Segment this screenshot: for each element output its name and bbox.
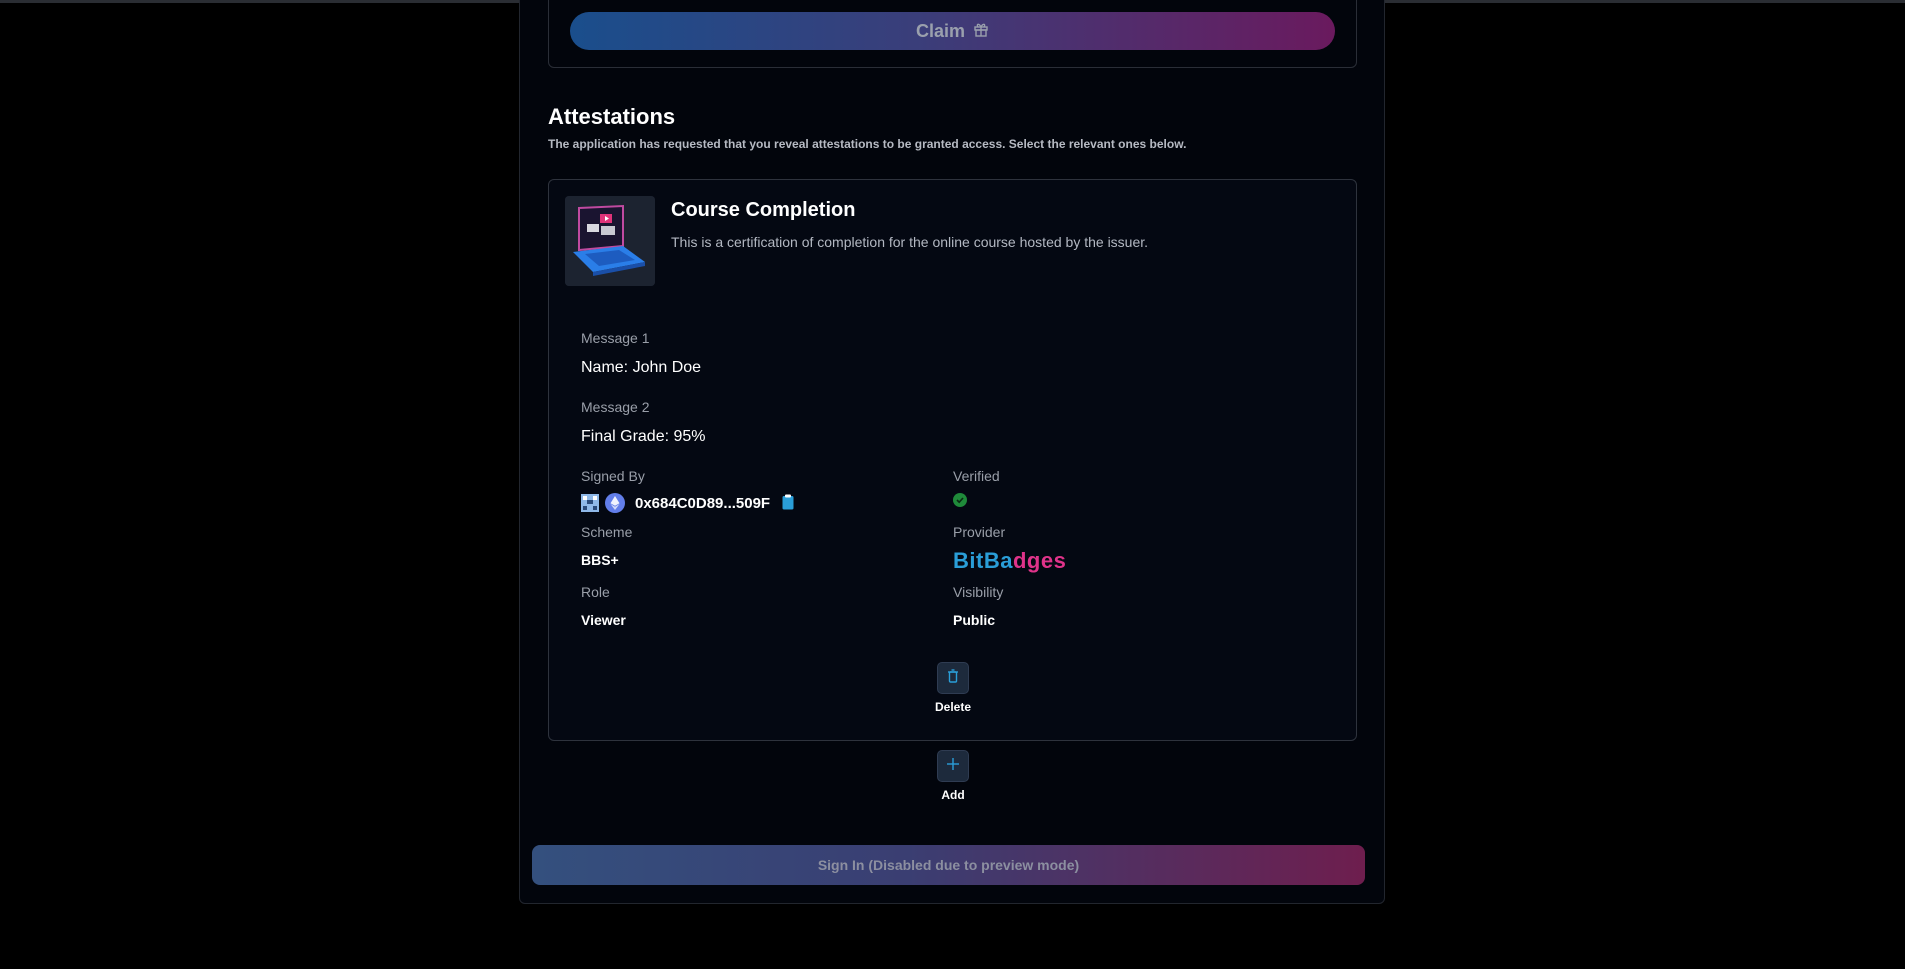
role-label: Role	[581, 584, 610, 600]
bitbadges-logo-part1: BitBa	[953, 548, 1013, 573]
signed-by-label: Signed By	[581, 468, 645, 484]
attestation-card[interactable]	[548, 179, 1357, 741]
attestations-description: The application has requested that you r…	[548, 137, 1187, 151]
bitbadges-logo: BitBadges	[953, 548, 1066, 574]
bitbadges-logo-part2: dges	[1012, 548, 1067, 573]
role-value: Viewer	[581, 612, 626, 628]
delete-label: Delete	[934, 700, 972, 714]
scheme-value: BBS+	[581, 552, 619, 568]
verified-check-icon	[953, 493, 967, 507]
add-button[interactable]	[937, 750, 969, 782]
signer-address-row: 0x684C0D89...509F	[581, 493, 798, 513]
message-2-label: Message 2	[581, 399, 650, 415]
message-2-value: Final Grade: 95%	[581, 428, 706, 445]
claim-button-label: Claim	[915, 20, 966, 41]
visibility-value: Public	[953, 612, 996, 628]
signer-address: 0x684C0D89...509F	[635, 494, 771, 512]
copy-clipboard-icon[interactable]	[782, 494, 798, 512]
trash-icon	[947, 668, 959, 688]
provider-label: Provider	[953, 524, 1006, 540]
visibility-label: Visibility	[953, 584, 1004, 600]
sign-in-button[interactable]: Sign In (Disabled due to preview mode)	[532, 845, 1365, 885]
sign-in-label: Sign In (Disabled due to preview mode)	[817, 857, 1080, 873]
gift-icon	[973, 21, 989, 42]
verified-label: Verified	[953, 468, 1000, 484]
message-1-label: Message 1	[581, 330, 650, 346]
claim-button[interactable]: Claim	[570, 12, 1335, 50]
plus-icon	[946, 757, 960, 776]
avatar-icon	[581, 494, 599, 512]
message-1-value: Name: John Doe	[581, 359, 702, 376]
card-description: This is a certification of completion fo…	[671, 234, 1149, 250]
add-label: Add	[941, 788, 965, 802]
delete-button[interactable]	[937, 662, 969, 694]
course-thumbnail	[565, 196, 655, 286]
scheme-label: Scheme	[581, 524, 633, 540]
attestations-title: Attestations	[548, 104, 676, 129]
ethereum-icon	[605, 493, 625, 513]
card-title: Course Completion	[671, 199, 856, 221]
